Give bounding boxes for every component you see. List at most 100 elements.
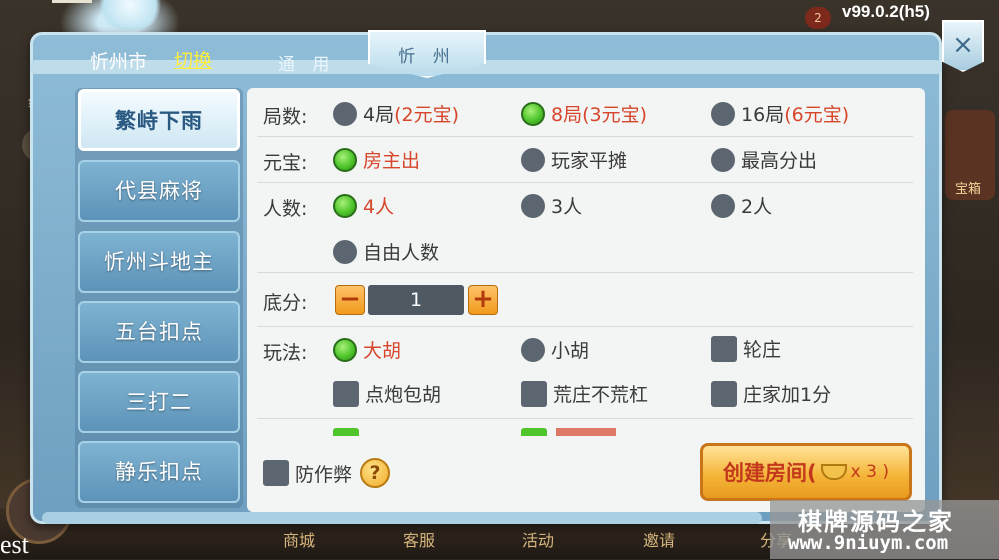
ingot-icon <box>820 464 847 480</box>
bottom-tab-invite[interactable]: 邀请 <box>643 527 675 551</box>
checkbox-icon <box>711 380 737 407</box>
version-label: v99.0.2(h5) <box>842 2 930 21</box>
dialog-bottom-band <box>42 512 762 524</box>
rule-option-zhuangjia-jia1[interactable]: 庄家加1分 <box>711 380 831 407</box>
notification-badge: 2 <box>805 7 831 29</box>
dialog-header-band <box>30 60 942 74</box>
tab-common[interactable]: 通 用 <box>278 50 335 75</box>
checkbox-icon <box>521 380 547 407</box>
radio-off-icon <box>333 101 357 126</box>
option-price: (3元宝) <box>582 104 648 126</box>
ingot-label: 元宝: <box>263 152 308 174</box>
players-option-3[interactable]: 3人 <box>521 192 582 219</box>
row-divider <box>257 182 913 183</box>
players-option-free[interactable]: 自由人数 <box>333 238 439 265</box>
radio-off-icon <box>521 147 545 172</box>
option-text: 大胡 <box>363 340 402 362</box>
radio-off-icon <box>521 193 545 218</box>
ingot-option-split[interactable]: 玩家平摊 <box>521 146 627 173</box>
option-text: 小胡 <box>551 340 590 362</box>
radio-off-icon <box>333 239 357 264</box>
option-price: (2元宝) <box>394 104 460 126</box>
option-text: 8局 <box>551 104 583 126</box>
anti-cheat-option[interactable]: 防作弊 ? <box>263 458 391 488</box>
row-divider <box>257 418 913 419</box>
rule-option-huangzhuang[interactable]: 荒庄不荒杠 <box>521 380 648 407</box>
help-icon[interactable]: ? <box>360 458 391 488</box>
rule-option-lunzhuang[interactable]: 轮庄 <box>711 335 781 362</box>
bottom-tab-service[interactable]: 客服 <box>403 527 435 551</box>
row-divider <box>257 326 913 327</box>
close-icon: × <box>952 30 974 60</box>
sidebar-item-fanshi-xiayu[interactable]: 繁峙下雨 <box>78 89 240 151</box>
players-label: 人数: <box>263 198 308 220</box>
corner-text: est <box>0 530 29 559</box>
option-text: 点炮包胡 <box>365 384 442 406</box>
option-text: 自由人数 <box>363 242 440 264</box>
partial-text <box>556 428 617 436</box>
players-option-2[interactable]: 2人 <box>711 192 772 219</box>
option-text: 房主出 <box>363 150 421 172</box>
ingot-option-highest[interactable]: 最高分出 <box>711 146 817 173</box>
site-watermark: 棋牌源码之家 www.9niuym.com <box>770 500 999 559</box>
switch-city-link[interactable]: 切换 <box>174 46 212 73</box>
sidebar-item-daixian-majiang[interactable]: 代县麻将 <box>78 160 240 222</box>
checkbox-icon <box>263 460 289 486</box>
bottom-tab-activity[interactable]: 活动 <box>522 527 554 551</box>
bottom-tab-shop[interactable]: 商城 <box>283 527 315 551</box>
option-text: 轮庄 <box>743 339 782 361</box>
radio-on-icon <box>333 193 357 218</box>
rounds-label: 局数: <box>263 106 308 128</box>
checkbox-icon <box>711 335 737 362</box>
option-text: 庄家加1分 <box>743 384 832 406</box>
option-text: 16局 <box>741 104 785 126</box>
scrolled-option-partial <box>333 428 413 436</box>
rounds-option-16[interactable]: 16局 (6元宝) <box>711 100 849 127</box>
option-price: (6元宝) <box>784 104 850 126</box>
rule-option-dahu[interactable]: 大胡 <box>333 336 401 363</box>
option-text: 3人 <box>551 196 583 218</box>
option-text: 最高分出 <box>741 150 818 172</box>
radio-on-icon <box>521 101 545 126</box>
create-room-label: 创建房间( <box>723 461 817 485</box>
anti-cheat-label: 防作弊 <box>295 463 353 486</box>
row-divider <box>257 136 913 137</box>
radio-off-icon <box>521 337 545 362</box>
close-button[interactable]: × <box>942 20 984 72</box>
watermark-url: www.9niuym.com <box>788 532 949 554</box>
option-text: 玩家平摊 <box>551 150 628 172</box>
base-score-value: 1 <box>368 285 464 315</box>
treasure-chest-label: 宝箱 <box>955 182 982 197</box>
base-score-label: 底分: <box>263 292 308 314</box>
rounds-option-4[interactable]: 4局 (2元宝) <box>333 100 459 127</box>
sidebar-item-jingle-koudian[interactable]: 静乐扣点 <box>78 441 240 503</box>
option-text: 4局 <box>363 104 395 126</box>
play-rules-label: 玩法: <box>263 342 308 364</box>
current-city-label: 忻州市 <box>90 51 148 73</box>
option-text: 2人 <box>741 196 773 218</box>
create-room-button[interactable]: 创建房间( x 3 ) <box>700 443 912 501</box>
sidebar-item-wutai-koudian[interactable]: 五台扣点 <box>78 301 240 363</box>
radio-off-icon <box>711 101 735 126</box>
scrolled-option-partial <box>521 428 621 436</box>
players-option-4[interactable]: 4人 <box>333 192 394 219</box>
radio-on-icon <box>333 337 357 362</box>
sidebar-item-xinzhou-doudizhu[interactable]: 忻州斗地主 <box>78 231 240 293</box>
option-text: 荒庄不荒杠 <box>553 384 649 406</box>
base-score-increase-button[interactable]: + <box>468 285 498 315</box>
create-room-cost: x 3 ) <box>850 462 889 482</box>
ingot-option-host[interactable]: 房主出 <box>333 146 420 173</box>
radio-on-icon <box>333 147 357 172</box>
sidebar-item-sanda-er[interactable]: 三打二 <box>78 371 240 433</box>
rule-option-dianpao-baohu[interactable]: 点炮包胡 <box>333 380 441 407</box>
rule-option-xiaohu[interactable]: 小胡 <box>521 336 589 363</box>
row-divider <box>257 272 913 273</box>
radio-off-icon <box>711 147 735 172</box>
option-text: 4人 <box>363 196 395 218</box>
checkbox-checked-icon <box>521 428 547 436</box>
checkbox-checked-icon <box>333 428 359 436</box>
base-score-decrease-button[interactable]: − <box>335 285 365 315</box>
checkbox-icon <box>333 380 359 407</box>
rounds-option-8[interactable]: 8局 (3元宝) <box>521 100 647 127</box>
radio-off-icon <box>711 193 735 218</box>
